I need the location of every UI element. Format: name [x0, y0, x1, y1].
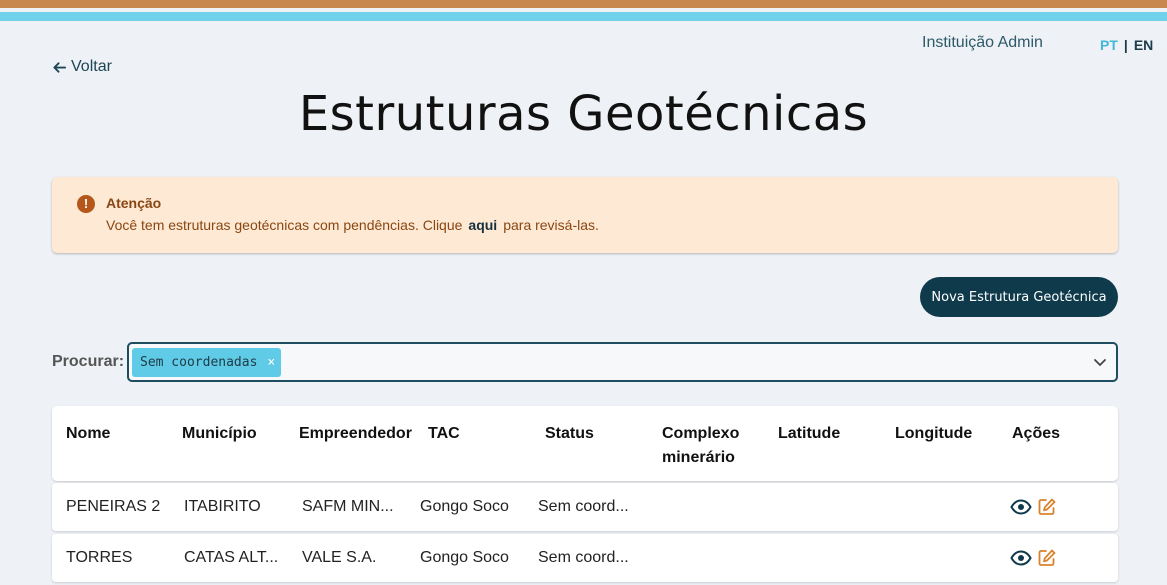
alert-text-before: Você tem estruturas geotécnicas com pend… — [106, 217, 463, 233]
lang-pt-link[interactable]: PT — [1100, 37, 1118, 53]
table-row: TORRES CATAS ALT... VALE S.A. Gongo Soco… — [52, 534, 1118, 582]
cell-empreendedor: VALE S.A. — [302, 549, 377, 566]
arrow-left-icon — [53, 61, 67, 73]
alert-title: Atenção — [106, 195, 162, 211]
column-header-complexo-minerario[interactable]: Complexo minerário — [662, 422, 752, 470]
column-header-acoes: Ações — [1012, 425, 1061, 442]
pending-alert: ! Atenção Você tem estruturas geotécnica… — [52, 177, 1118, 253]
column-header-empreendedor[interactable]: Empreendedor — [299, 422, 412, 446]
edit-icon[interactable] — [1037, 497, 1057, 517]
table-header: Nome Município Empreendedor TAC Status C… — [52, 406, 1118, 481]
eye-icon[interactable] — [1010, 498, 1032, 516]
language-switcher: PT | EN — [1100, 37, 1153, 53]
lang-en-link[interactable]: EN — [1134, 37, 1153, 53]
cell-status: Sem coord... — [538, 549, 629, 566]
new-geotechnical-structure-button[interactable]: Nova Estrutura Geotécnica — [920, 277, 1118, 317]
column-header-longitude[interactable]: Longitude — [895, 422, 972, 446]
cell-municipio: CATAS ALT... — [184, 549, 279, 566]
cell-tac: Gongo Soco — [420, 498, 509, 515]
page-title: Estruturas Geotécnicas — [298, 86, 869, 142]
chip-remove-icon[interactable]: × — [267, 355, 275, 370]
top-accent-bar-orange — [0, 0, 1167, 8]
top-accent-bar-cyan — [0, 12, 1167, 21]
lang-separator: | — [1123, 37, 1128, 53]
cell-nome: PENEIRAS 2 — [66, 498, 161, 515]
column-header-nome[interactable]: Nome — [66, 422, 110, 446]
table-row: PENEIRAS 2 ITABIRITO SAFM MIN... Gongo S… — [52, 483, 1118, 531]
chevron-down-icon[interactable] — [1092, 354, 1108, 370]
back-label: Voltar — [71, 58, 112, 75]
column-header-municipio[interactable]: Município — [182, 422, 257, 446]
cell-nome: TORRES — [66, 549, 133, 566]
cell-empreendedor: SAFM MIN... — [302, 498, 394, 515]
search-select[interactable]: Sem coordenadas × — [127, 342, 1118, 382]
alert-review-link[interactable]: aqui — [468, 217, 497, 233]
cell-municipio: ITABIRITO — [184, 498, 261, 515]
filter-chip: Sem coordenadas × — [132, 348, 282, 377]
cell-status: Sem coord... — [538, 498, 629, 515]
edit-icon[interactable] — [1037, 548, 1057, 568]
column-header-tac[interactable]: TAC — [428, 422, 460, 446]
filter-chip-label: Sem coordenadas — [140, 355, 258, 370]
eye-icon[interactable] — [1010, 549, 1032, 567]
column-header-status[interactable]: Status — [545, 422, 594, 446]
alert-text-after: para revisá-las. — [503, 217, 599, 233]
search-label: Procurar: — [52, 353, 125, 370]
user-name[interactable]: Instituição Admin — [922, 34, 1043, 52]
back-button[interactable]: Voltar — [52, 58, 112, 76]
alert-message: Você tem estruturas geotécnicas com pend… — [106, 217, 599, 233]
column-header-latitude[interactable]: Latitude — [778, 422, 840, 446]
cell-tac: Gongo Soco — [420, 549, 509, 566]
exclamation-circle-icon: ! — [77, 195, 95, 213]
